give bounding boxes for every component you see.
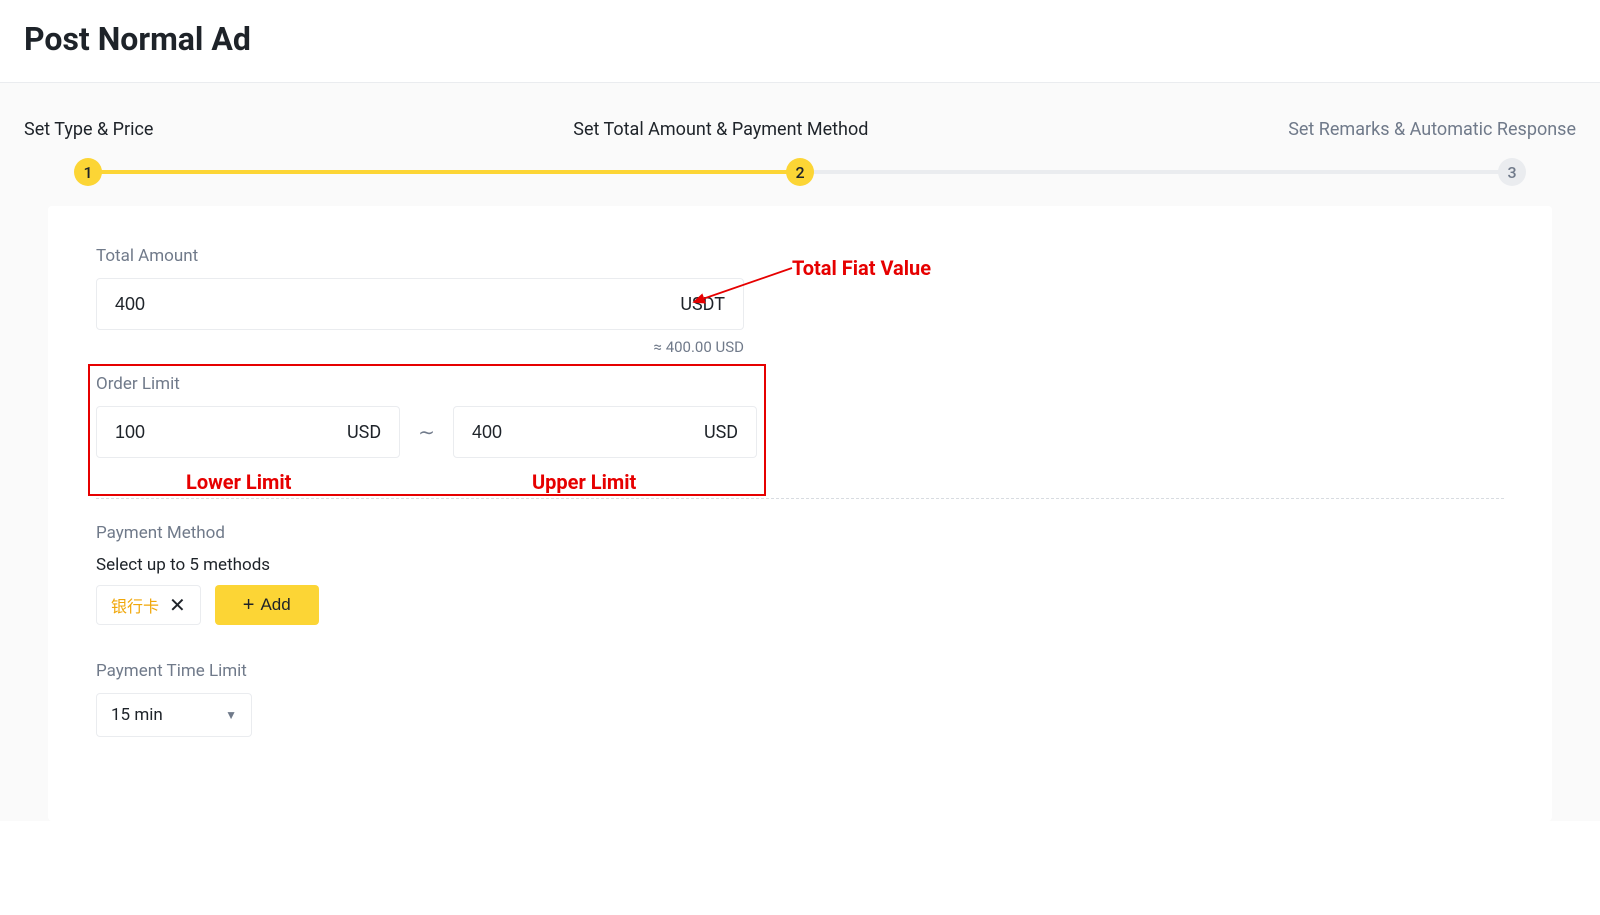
- upper-limit-input-wrap[interactable]: USD: [453, 406, 757, 458]
- total-amount-input-wrap[interactable]: USDT: [96, 278, 744, 330]
- lower-limit-currency: USD: [347, 422, 381, 443]
- remove-method-icon[interactable]: ✕: [169, 595, 186, 615]
- total-approx-value: ≈ 400.00 USD: [96, 338, 744, 356]
- payment-time-limit-value: 15 min: [111, 705, 163, 725]
- plus-icon: +: [243, 594, 255, 617]
- add-payment-method-button[interactable]: + Add: [215, 585, 319, 625]
- payment-method-label: Payment Method: [96, 523, 1504, 543]
- total-amount-label: Total Amount: [96, 246, 1504, 266]
- payment-method-chip-name: 银行卡: [111, 593, 159, 617]
- lower-limit-input-wrap[interactable]: USD: [96, 406, 400, 458]
- form-card: Total Amount USDT ≈ 400.00 USD Order Lim…: [48, 206, 1552, 821]
- payment-method-sublabel: Select up to 5 methods: [96, 555, 1504, 575]
- step-track: 1 2 3: [88, 158, 1512, 186]
- step-dot-1[interactable]: 1: [74, 158, 102, 186]
- total-amount-input[interactable]: [115, 294, 680, 315]
- step-label-2: Set Total Amount & Payment Method: [573, 119, 868, 140]
- annotation-lower-limit: Lower Limit: [186, 470, 291, 494]
- order-limit-section: Order Limit USD ∼ USD Lower Limit Upper …: [96, 374, 1504, 499]
- step-label-1: Set Type & Price: [24, 119, 153, 140]
- total-amount-currency: USDT: [680, 294, 725, 315]
- step-dot-3[interactable]: 3: [1498, 158, 1526, 186]
- page-title: Post Normal Ad: [24, 20, 1576, 58]
- annotation-upper-limit: Upper Limit: [532, 470, 636, 494]
- limit-separator: ∼: [418, 420, 435, 444]
- add-button-label: Add: [260, 595, 290, 615]
- payment-time-limit-select[interactable]: 15 min ▼: [96, 693, 252, 737]
- step-label-3: Set Remarks & Automatic Response: [1288, 119, 1576, 140]
- order-limit-label: Order Limit: [96, 374, 1504, 394]
- upper-limit-input[interactable]: [472, 422, 704, 443]
- step-dot-2[interactable]: 2: [786, 158, 814, 186]
- lower-limit-input[interactable]: [115, 422, 347, 443]
- track-line-fill: [88, 170, 800, 174]
- payment-time-limit-label: Payment Time Limit: [96, 661, 1504, 681]
- upper-limit-currency: USD: [704, 422, 738, 443]
- chevron-down-icon: ▼: [225, 708, 237, 722]
- payment-method-chip: 银行卡 ✕: [96, 585, 201, 625]
- section-divider: [96, 498, 1504, 499]
